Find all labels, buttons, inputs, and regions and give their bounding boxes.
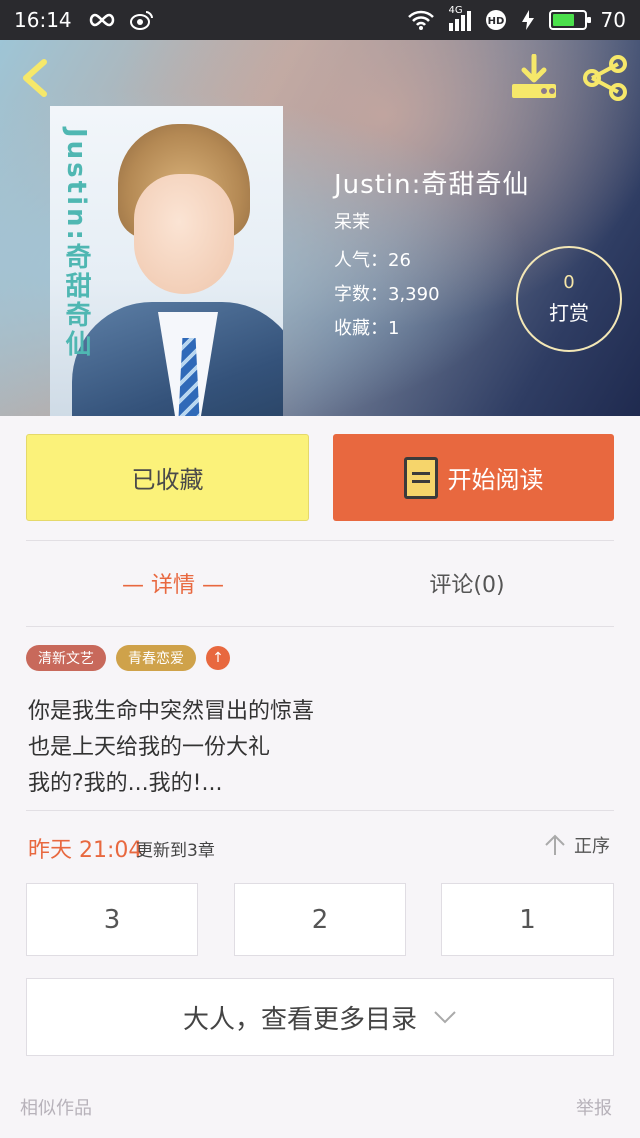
book-author[interactable]: 呆茉 [334,208,370,234]
signal-icon: 4G [448,5,471,31]
hd-icon: HD [485,9,507,31]
report-button[interactable]: 举报 [576,1094,612,1120]
arrow-up-icon [545,834,565,855]
book-title: Justin:奇甜奇仙 [334,170,530,200]
reward-count: 0 [563,272,575,293]
cover-title: Justin:奇甜奇仙 [61,128,91,359]
sort-order-label: 正序 [574,836,610,857]
back-button[interactable] [16,56,56,100]
book-favorites: 收藏：1 [334,318,400,339]
weibo-icon [129,9,154,31]
collected-label: 已收藏 [131,466,204,494]
status-bar: 16:14 4G HD 70 [0,0,640,40]
wifi-icon [407,9,435,31]
divider [26,810,614,811]
start-reading-button[interactable]: 开始阅读 [333,434,614,521]
divider [26,626,614,627]
more-catalog-button[interactable]: 大人，查看更多目录 [26,978,614,1056]
book-word-count: 字数：3,390 [334,284,440,305]
more-catalog-label: 大人，查看更多目录 [182,1004,417,1035]
tag-item[interactable]: 清新文艺 [26,645,106,671]
battery-level: 70 [600,8,626,32]
book-cover[interactable]: Justin:奇甜奇仙 [50,106,283,416]
update-time: 昨天 21:04 [28,838,143,863]
arrow-up-icon[interactable]: ↑ [206,646,230,670]
chapter-button[interactable]: 1 [441,883,614,956]
download-icon [512,53,556,98]
intro-line: 你是我生命中突然冒出的惊喜 [28,699,315,724]
divider [26,540,614,541]
tab-comments-label: 评论(0) [429,573,505,598]
share-button[interactable] [580,54,630,102]
back-icon [23,59,47,97]
infinity-icon [86,11,116,29]
start-reading-label: 开始阅读 [447,466,544,494]
chapter-button[interactable]: 3 [26,883,198,956]
chapter-button[interactable]: 2 [234,883,406,956]
share-icon [583,55,627,101]
similar-works-label: 相似作品 [20,1098,92,1119]
chevron-down-icon [434,1011,456,1024]
tag-item[interactable]: 青春恋爱 [116,645,196,671]
intro-line: 也是上天给我的一份大礼 [28,735,271,760]
network-label: 4G [448,5,463,16]
collected-button[interactable]: 已收藏 [26,434,309,521]
tab-detail[interactable]: — 详情 — [26,560,320,606]
book-header: Justin:奇甜奇仙 Justin:奇甜奇仙 呆茉 人气：26 字数：3,39… [0,40,640,416]
intro-line: 我的?我的...我的!... [28,771,223,796]
svg-text:HD: HD [487,16,504,27]
status-time: 16:14 [14,8,72,32]
book-popularity: 人气：26 [334,250,411,271]
book-icon [403,456,438,499]
reward-button[interactable]: 0 打赏 [516,246,622,352]
tab-comments[interactable]: 评论(0) [320,560,614,606]
battery-icon [548,10,591,30]
tab-detail-label: — 详情 — [122,573,224,598]
download-button[interactable] [508,53,560,102]
charging-icon [521,9,535,31]
update-text: 更新到3章 [136,841,215,861]
book-intro: 你是我生命中突然冒出的惊喜 也是上天给我的一份大礼 我的?我的...我的!... [28,694,314,802]
sort-order-button[interactable]: 正序 [544,832,610,858]
tag-list: 清新文艺 青春恋爱 ↑ [26,645,230,671]
reward-label: 打赏 [549,301,589,325]
